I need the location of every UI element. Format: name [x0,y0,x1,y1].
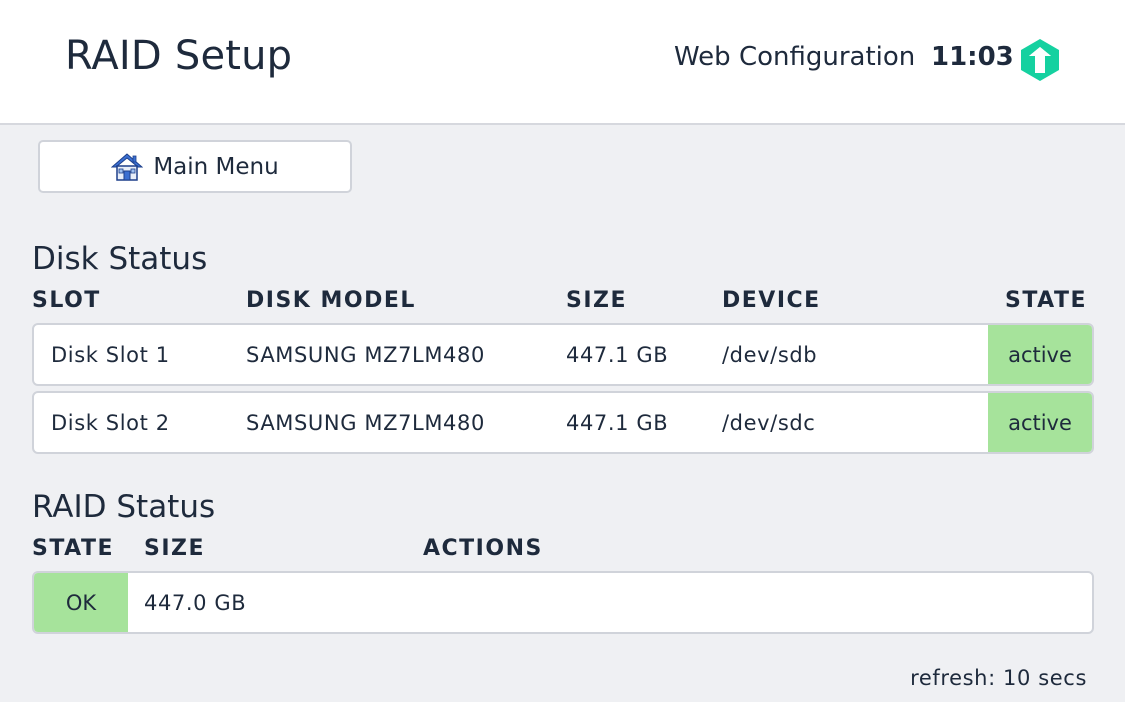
disk-size-cell: 447.1 GB [566,342,669,367]
column-header-state: STATE [1005,288,1087,313]
column-header-state: STATE [32,536,114,561]
checkmk-logo-icon [1021,39,1059,81]
clock: 11:03 [931,42,1014,72]
refresh-status: refresh: 10 secs [910,666,1087,690]
table-row: Disk Slot 1 SAMSUNG MZ7LM480 447.1 GB /d… [32,323,1094,386]
home-icon [111,152,144,181]
table-row: OK 447.0 GB [32,571,1094,634]
disk-slot-cell: Disk Slot 1 [51,342,170,367]
column-header-size: SIZE [144,536,206,561]
column-header-slot: SLOT [32,288,101,313]
column-header-disk-model: DISK MODEL [246,288,416,313]
disk-slot-cell: Disk Slot 2 [51,410,170,435]
raid-state-badge: OK [34,573,128,632]
main-menu-button[interactable]: Main Menu [38,140,352,193]
disk-model-cell: SAMSUNG MZ7LM480 [246,410,485,435]
column-header-device: DEVICE [722,288,821,313]
disk-device-cell: /dev/sdb [722,342,818,367]
column-header-actions: ACTIONS [423,536,543,561]
disk-device-cell: /dev/sdc [722,410,816,435]
column-header-size: SIZE [566,288,628,313]
table-row: Disk Slot 2 SAMSUNG MZ7LM480 447.1 GB /d… [32,391,1094,454]
disk-size-cell: 447.1 GB [566,410,669,435]
state-badge: active [988,393,1092,452]
disk-model-cell: SAMSUNG MZ7LM480 [246,342,485,367]
page-title: RAID Setup [65,33,293,79]
main-menu-label: Main Menu [153,153,279,180]
raid-status-title: RAID Status [32,489,216,525]
header-bar: RAID Setup Web Configuration 11:03 [0,0,1125,125]
web-configuration-label: Web Configuration [674,42,916,72]
disk-status-title: Disk Status [32,241,208,277]
state-badge: active [988,325,1092,384]
raid-size-cell: 447.0 GB [144,590,247,615]
